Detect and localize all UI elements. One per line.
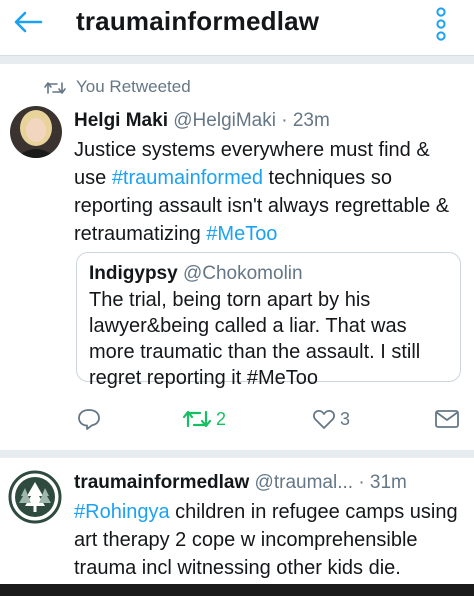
retweet-context-icon-wrap	[44, 78, 66, 98]
separator-dot: ·	[281, 110, 288, 131]
back-arrow-icon	[14, 11, 43, 33]
author-handle[interactable]: @traumal...	[255, 472, 353, 493]
envelope-icon	[435, 410, 459, 428]
author-handle[interactable]: @HelgiMaki	[173, 110, 276, 131]
hashtag-link[interactable]: #MeToo	[206, 223, 277, 245]
app-header: traumainformedlaw	[0, 0, 474, 56]
quote-author-handle: @Chokomolin	[182, 263, 303, 284]
retweet-count: 2	[216, 408, 227, 429]
hashtag-link[interactable]: #traumainformed	[112, 167, 263, 189]
more-options-button[interactable]	[424, 2, 458, 46]
separator-dot: ·	[358, 472, 365, 493]
back-button[interactable]	[6, 4, 50, 40]
quote-author-line: Indigypsy @Chokomolin	[89, 263, 303, 285]
forest-logo-icon	[8, 470, 62, 524]
retweet-small-icon	[44, 82, 66, 94]
avatar[interactable]	[8, 470, 62, 524]
timeline[interactable]: You Retweeted Helgi Maki @HelgiMaki · 23…	[0, 56, 474, 596]
reply-button[interactable]	[76, 402, 102, 436]
reply-icon	[78, 409, 100, 430]
bottom-edge-bar	[0, 584, 474, 596]
author-name[interactable]: traumainformedlaw	[74, 472, 249, 493]
tweet-card[interactable]: traumainformedlaw @traumal... · 31m #Roh…	[0, 458, 474, 596]
tweet-time: 23m	[292, 110, 330, 131]
hashtag-link[interactable]: #Rohingya	[74, 501, 170, 523]
tweet-text: #Rohingya children in refugee camps usin…	[74, 498, 464, 596]
quote-text: The trial, being torn apart by his lawye…	[89, 289, 421, 389]
like-count: 3	[340, 408, 351, 429]
retweet-context-label: You Retweeted	[76, 77, 191, 96]
author-line: Helgi Maki @HelgiMaki · 23m	[74, 110, 330, 132]
quote-author-name: Indigypsy	[89, 263, 178, 284]
avatar[interactable]	[10, 106, 62, 158]
avatar-photo-icon	[10, 106, 62, 158]
tweet-text: Justice systems everywhere must find & u…	[74, 136, 464, 248]
retweet-button[interactable]: 2	[182, 402, 226, 436]
tweet-time: 31m	[369, 472, 407, 493]
vertical-dots-icon	[436, 7, 446, 41]
tweet-card[interactable]: You Retweeted Helgi Maki @HelgiMaki · 23…	[0, 64, 474, 450]
author-name[interactable]: Helgi Maki	[74, 110, 168, 131]
page-title: traumainformedlaw	[76, 6, 320, 36]
quoted-tweet[interactable]: Indigypsy @Chokomolin The trial, being t…	[76, 252, 461, 389]
author-line: traumainformedlaw @traumal... · 31m	[74, 472, 407, 494]
tweet-actions: 2 3	[0, 402, 474, 436]
heart-icon	[313, 409, 335, 429]
share-dm-button[interactable]	[434, 402, 460, 436]
like-button[interactable]: 3	[312, 402, 350, 436]
retweet-icon	[182, 410, 212, 428]
